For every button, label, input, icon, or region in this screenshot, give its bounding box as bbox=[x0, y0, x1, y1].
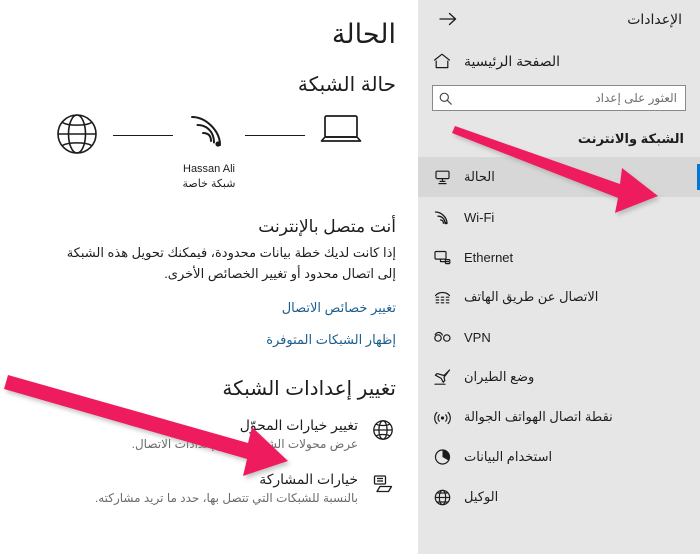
wifi-icon bbox=[432, 207, 452, 227]
main-content-pane: الحالة حالة الشبكة Hassan Ali شبكة خاصة … bbox=[0, 0, 418, 554]
sidebar-item-label: الوكيل bbox=[464, 489, 499, 504]
sidebar-group-title: الشبكة والانترنت bbox=[577, 131, 684, 146]
sidebar-item-label: نقطة اتصال الهواتف الجوالة bbox=[464, 409, 613, 424]
search-input[interactable] bbox=[432, 85, 686, 111]
settings-sidebar: الإعدادات الصفحة الرئيسية الشبكة والانتر… bbox=[418, 0, 700, 554]
sidebar-item-status[interactable]: الحالة bbox=[418, 157, 700, 197]
ethernet-icon bbox=[432, 247, 452, 267]
sidebar-item-home[interactable]: الصفحة الرئيسية bbox=[418, 51, 700, 71]
sidebar-item-proxy[interactable]: الوكيل bbox=[418, 477, 700, 517]
airplane-icon bbox=[432, 367, 452, 387]
search-container bbox=[432, 85, 686, 111]
sidebar-item-airplane-mode[interactable]: وضع الطيران bbox=[418, 357, 700, 397]
laptop-icon bbox=[317, 111, 365, 154]
sharing-icon bbox=[370, 471, 396, 497]
sidebar-header: الإعدادات bbox=[418, 0, 700, 29]
diagram-link-left bbox=[113, 135, 173, 137]
network-settings-list: تغيير خيارات المحوّل عرض محولات الشبكة و… bbox=[22, 407, 396, 516]
setting-title: خيارات المشاركة bbox=[259, 471, 358, 488]
adapter-globe-icon bbox=[370, 417, 396, 443]
sidebar-item-data-usage[interactable]: استخدام البيانات bbox=[418, 437, 700, 477]
network-name: Hassan Ali bbox=[183, 163, 235, 176]
sidebar-nav: الحالة Wi-Fi Ethernet الاتصال عن طريق ال… bbox=[418, 157, 700, 517]
setting-subtitle: عرض محولات الشبكة وتغيير إعدادات الاتصال… bbox=[131, 436, 358, 451]
connection-status-description: إذا كانت لديك خطة بيانات محدودة، فيمكنك … bbox=[66, 245, 396, 281]
wifi-signal-icon bbox=[186, 111, 232, 158]
network-type: شبكة خاصة bbox=[182, 178, 236, 191]
sidebar-item-ethernet[interactable]: Ethernet bbox=[418, 237, 700, 277]
sidebar-item-mobile-hotspot[interactable]: نقطة اتصال الهواتف الجوالة bbox=[418, 397, 700, 437]
proxy-globe-icon bbox=[432, 487, 452, 507]
diagram-link-right bbox=[245, 135, 305, 137]
setting-row-change-adapter-options[interactable]: تغيير خيارات المحوّل عرض محولات الشبكة و… bbox=[22, 407, 396, 462]
diagram-network-caption: Hassan Ali شبكة خاصة bbox=[183, 162, 236, 192]
back-arrow-icon[interactable] bbox=[438, 9, 458, 29]
section-heading-network-status: حالة الشبكة bbox=[297, 74, 396, 97]
connection-status-heading: أنت متصل بالإنترنت bbox=[258, 217, 396, 237]
sidebar-item-label: استخدام البيانات bbox=[464, 449, 553, 464]
diagram-node-wifi: Hassan Ali شبكة خاصة bbox=[173, 111, 245, 192]
diagram-node-device bbox=[305, 111, 377, 154]
setting-texts: خيارات المشاركة بالنسبة للشبكات التي تتص… bbox=[22, 470, 358, 507]
sidebar-item-label: وضع الطيران bbox=[464, 369, 535, 384]
sidebar-item-dialup[interactable]: الاتصال عن طريق الهاتف bbox=[418, 277, 700, 317]
data-usage-icon bbox=[432, 447, 452, 467]
mobile-hotspot-icon bbox=[432, 407, 452, 427]
status-icon bbox=[432, 167, 452, 187]
sidebar-item-wifi[interactable]: Wi-Fi bbox=[418, 197, 700, 237]
sidebar-item-label: الصفحة الرئيسية bbox=[464, 52, 561, 69]
setting-title: تغيير خيارات المحوّل bbox=[239, 416, 358, 433]
sidebar-item-vpn[interactable]: VPN bbox=[418, 317, 700, 357]
page-title: الحالة bbox=[331, 19, 396, 49]
sidebar-app-title: الإعدادات bbox=[627, 10, 682, 27]
link-show-available-networks[interactable]: إظهار الشبكات المتوفرة bbox=[22, 332, 396, 348]
vpn-icon bbox=[432, 327, 452, 347]
setting-texts: تغيير خيارات المحوّل عرض محولات الشبكة و… bbox=[22, 416, 358, 453]
setting-subtitle: بالنسبة للشبكات التي تتصل بها، حدد ما تر… bbox=[94, 491, 358, 506]
settings-window: الحالة حالة الشبكة Hassan Ali شبكة خاصة … bbox=[0, 0, 700, 554]
setting-row-sharing-options[interactable]: خيارات المشاركة بالنسبة للشبكات التي تتص… bbox=[22, 461, 396, 516]
network-diagram: Hassan Ali شبكة خاصة bbox=[22, 111, 396, 203]
home-icon bbox=[432, 51, 452, 71]
sidebar-item-label: الاتصال عن طريق الهاتف bbox=[464, 289, 599, 304]
diagram-node-internet bbox=[41, 111, 113, 162]
sidebar-item-label: الحالة bbox=[464, 169, 495, 184]
sidebar-item-label: VPN bbox=[464, 329, 491, 345]
globe-icon bbox=[54, 111, 100, 162]
sidebar-item-label: Wi-Fi bbox=[464, 209, 495, 225]
section-heading-change-network-settings: تغيير إعدادات الشبكة bbox=[222, 377, 396, 400]
sidebar-item-label: Ethernet bbox=[464, 249, 514, 265]
link-change-connection-properties[interactable]: تغيير خصائص الاتصال bbox=[22, 300, 396, 316]
dialup-phone-icon bbox=[432, 287, 452, 307]
